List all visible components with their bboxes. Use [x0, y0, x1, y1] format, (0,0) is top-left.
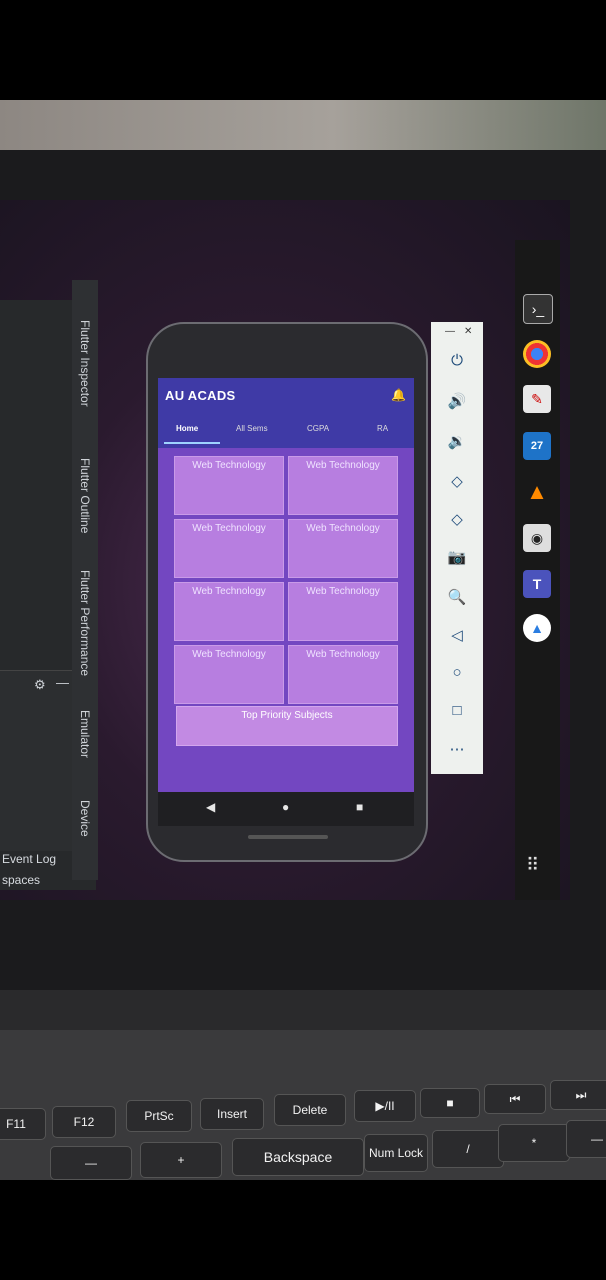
gear-icon[interactable]: ⚙	[34, 677, 46, 693]
spaces-label[interactable]: spaces	[2, 873, 40, 887]
event-log-label[interactable]: Event Log	[2, 852, 56, 866]
subject-card[interactable]: Web Technology	[288, 456, 398, 515]
tool-device[interactable]: Device	[78, 800, 92, 837]
key-numpad-minus[interactable]: —	[566, 1120, 606, 1158]
camera-icon[interactable]: ◉	[523, 524, 551, 552]
subject-card[interactable]: Web Technology	[288, 519, 398, 578]
ide-bottom-panel: ⚙ —	[0, 670, 72, 851]
top-priority-label: Top Priority Subjects	[241, 710, 333, 721]
chrome-icon[interactable]	[523, 340, 551, 368]
subject-card-label: Web Technology	[192, 586, 266, 597]
recents-icon[interactable]: ■	[356, 800, 363, 814]
tool-flutter-outline[interactable]: Flutter Outline	[78, 458, 92, 533]
tab-home[interactable]: Home	[176, 424, 198, 433]
subject-card[interactable]: Web Technology	[174, 582, 284, 641]
terminal-icon[interactable]: ›_	[523, 294, 553, 324]
key-delete[interactable]: Delete	[274, 1094, 346, 1126]
emulator-minimize-icon[interactable]: —	[445, 326, 455, 337]
more-icon[interactable]: ⋯	[431, 740, 483, 758]
home-icon[interactable]: ●	[282, 800, 289, 814]
key-backspace[interactable]: Backspace	[232, 1138, 364, 1176]
app-title: AU ACADS	[165, 388, 236, 403]
key-play-pause[interactable]: ▶/II	[354, 1090, 416, 1122]
emu-back-icon[interactable]: ◁	[431, 626, 483, 644]
subject-card[interactable]: Web Technology	[174, 645, 284, 704]
key-f11[interactable]: F11	[0, 1108, 46, 1140]
tool-flutter-inspector[interactable]: Flutter Inspector	[78, 320, 92, 407]
vlc-icon[interactable]: ▲	[523, 478, 551, 506]
android-studio-icon[interactable]: ▲	[523, 614, 551, 642]
subject-card-label: Web Technology	[192, 649, 266, 660]
tab-indicator	[164, 442, 220, 444]
app-bar: AU ACADS 🔔 Home All Sems CGPA RA	[158, 378, 414, 448]
android-nav-bar: ◀ ● ■	[158, 792, 414, 826]
rotate-right-icon[interactable]: ◇	[431, 510, 483, 528]
subject-card[interactable]: Web Technology	[174, 456, 284, 515]
subject-card[interactable]: Web Technology	[288, 645, 398, 704]
laptop-hinge	[0, 990, 606, 1030]
calendar-icon[interactable]: 27	[523, 432, 551, 460]
back-icon[interactable]: ◀	[206, 800, 215, 814]
key-next-track[interactable]: ⏭	[550, 1080, 606, 1110]
emulator-controls: — ✕ ⏻ 🔊 🔉 ◇ ◇ 📷 🔍 ◁ ○ □ ⋯	[431, 322, 483, 774]
ide-tool-strip: Flutter Inspector Flutter Outline Flutte…	[72, 280, 98, 880]
subject-card-label: Web Technology	[192, 523, 266, 534]
subject-card-label: Web Technology	[192, 460, 266, 471]
tab-all-sems[interactable]: All Sems	[236, 424, 268, 433]
app-screen: AU ACADS 🔔 Home All Sems CGPA RA Web Tec…	[158, 378, 414, 792]
phone-speaker	[248, 835, 328, 839]
subject-card-label: Web Technology	[306, 649, 380, 660]
emu-overview-icon[interactable]: □	[431, 702, 483, 719]
subject-card[interactable]: Web Technology	[288, 582, 398, 641]
emu-home-icon[interactable]: ○	[431, 664, 483, 681]
volume-up-icon[interactable]: 🔊	[431, 392, 483, 410]
key-plus[interactable]: +	[140, 1142, 222, 1178]
top-priority-card[interactable]: Top Priority Subjects	[176, 706, 398, 746]
key-slash[interactable]: /	[432, 1130, 504, 1168]
key-insert[interactable]: Insert	[200, 1098, 264, 1130]
tool-flutter-performance[interactable]: Flutter Performance	[78, 570, 92, 676]
key-asterisk[interactable]: *	[498, 1124, 570, 1162]
subject-card-label: Web Technology	[306, 523, 380, 534]
subject-card-label: Web Technology	[306, 460, 380, 471]
key-prev-track[interactable]: ⏮	[484, 1084, 546, 1114]
tool-emulator[interactable]: Emulator	[78, 710, 92, 758]
subject-card[interactable]: Web Technology	[174, 519, 284, 578]
subject-card-label: Web Technology	[306, 586, 380, 597]
tab-cgpa[interactable]: CGPA	[307, 424, 329, 433]
volume-down-icon[interactable]: 🔉	[431, 432, 483, 450]
bell-icon[interactable]: 🔔	[391, 388, 406, 402]
key-prtsc[interactable]: PrtSc	[126, 1100, 192, 1132]
power-icon[interactable]: ⏻	[431, 352, 483, 369]
apps-grid-icon[interactable]: ⠿	[526, 855, 539, 876]
teams-icon[interactable]: T	[523, 570, 551, 598]
notepad-icon[interactable]: ✎	[523, 385, 551, 413]
key-num-lock[interactable]: Num Lock	[364, 1134, 428, 1172]
emulator-close-icon[interactable]: ✕	[464, 326, 472, 337]
rotate-left-icon[interactable]: ◇	[431, 472, 483, 490]
tab-ra[interactable]: RA	[377, 424, 388, 433]
screenshot-icon[interactable]: 📷	[431, 548, 483, 566]
key-stop[interactable]: ■	[420, 1088, 480, 1118]
zoom-icon[interactable]: 🔍	[431, 588, 483, 606]
key-minus[interactable]: —	[50, 1146, 132, 1180]
key-f12[interactable]: F12	[52, 1106, 116, 1138]
minimize-icon[interactable]: —	[56, 675, 69, 690]
